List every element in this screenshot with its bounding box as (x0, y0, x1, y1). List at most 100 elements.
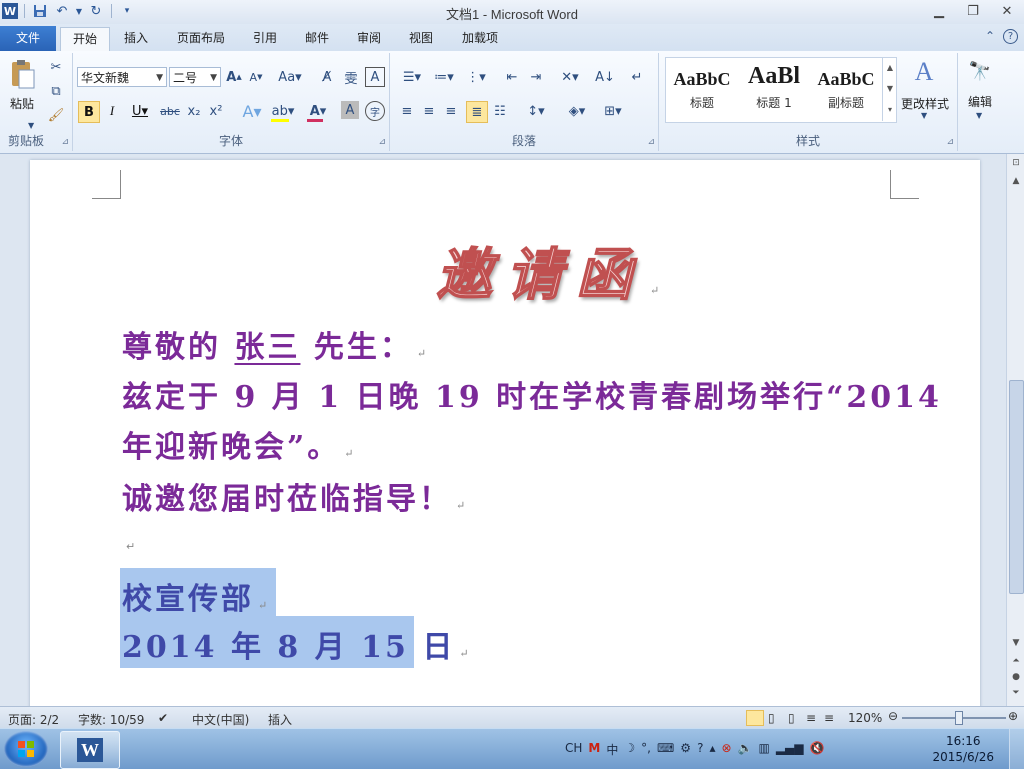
insert-mode[interactable]: 插入 (268, 711, 292, 728)
distributed-icon[interactable]: ☷ (490, 101, 510, 121)
proofing-icon[interactable]: ✔ (158, 711, 168, 725)
font-size-select[interactable]: 二号 ▼ (169, 67, 221, 87)
body-line[interactable]: 年迎新晚会”。 ↵ (122, 422, 353, 466)
minimize-ribbon-icon[interactable]: ⌃ (985, 29, 995, 44)
chinese-layout-icon[interactable]: ✕▾ (556, 67, 584, 87)
font-name-select[interactable]: 华文新魏 ▼ (77, 67, 167, 87)
enclose-characters-icon[interactable]: 字 (365, 101, 385, 121)
page-indicator[interactable]: 页面: 2/2 (8, 711, 59, 728)
save-icon[interactable] (31, 2, 49, 20)
zoom-level[interactable]: 120% (848, 711, 882, 725)
signature-line[interactable]: 校宣传部 ↵ (122, 574, 267, 618)
scroll-down-icon[interactable]: ▼ (1009, 636, 1023, 650)
show-desktop-button[interactable] (1009, 729, 1024, 769)
zoom-out-icon[interactable]: ⊖ (888, 709, 898, 723)
borders-icon[interactable]: ⊞▾ (598, 101, 628, 121)
full-screen-reading-icon[interactable]: ▯ (768, 711, 775, 725)
underline-button[interactable]: U▾ (127, 101, 153, 121)
dialog-launcher-icon[interactable]: ⊿ (61, 137, 69, 147)
date-line[interactable]: 2014 年 8 月 15 日 ↵ (122, 622, 469, 666)
network-icon[interactable]: ▥ (758, 741, 769, 758)
style-title[interactable]: AaBbC 标题 (671, 59, 733, 115)
paste-icon[interactable] (8, 57, 38, 91)
vertical-scrollbar[interactable]: ⊡ ▲ ▼ ⏶ ● ⏷ (1006, 154, 1024, 706)
superscript-button[interactable]: x² (207, 101, 225, 121)
change-styles-label[interactable]: 更改样式 (901, 95, 949, 112)
show-marks-icon[interactable]: ↵ (628, 67, 646, 87)
ruler-toggle-icon[interactable]: ⊡ (1009, 156, 1023, 170)
customize-qat-icon[interactable]: ▾ (118, 2, 136, 20)
change-styles-icon[interactable]: A (909, 57, 939, 87)
grow-font-icon[interactable]: A ▲ (225, 67, 243, 87)
style-subtitle[interactable]: AaBbC 副标题 (815, 59, 877, 115)
numbering-icon[interactable]: ≔▾ (430, 67, 458, 87)
salutation-line[interactable]: 尊敬的 张三 先生： ↵ (122, 322, 426, 366)
dialog-launcher-icon[interactable]: ⊿ (946, 137, 954, 147)
ime-mode-icon[interactable]: M (588, 741, 600, 758)
binoculars-icon[interactable]: 🔭 (968, 59, 992, 83)
word-count[interactable]: 字数: 10/59 (78, 711, 144, 728)
copy-icon[interactable]: ⧉ (48, 83, 64, 99)
tab-view[interactable]: 视图 (400, 27, 442, 49)
multilevel-list-icon[interactable]: ⋮▾ (462, 67, 490, 87)
tab-home[interactable]: 开始 (60, 27, 110, 52)
chevron-down-icon[interactable]: ▼ (28, 121, 34, 130)
volume-icon[interactable]: 🔈 (738, 741, 753, 758)
dialog-launcher-icon[interactable]: ⊿ (378, 137, 386, 147)
next-page-icon[interactable]: ⏷ (1009, 686, 1023, 700)
speaker-muted-icon[interactable]: 🔇 (810, 741, 825, 758)
font-color-icon[interactable]: A▾ (305, 101, 331, 121)
invitation-heading[interactable]: 邀请函 ↵ (435, 230, 659, 311)
ime-indicator[interactable]: CH (565, 741, 582, 758)
web-layout-icon[interactable]: ▯ (788, 711, 795, 725)
shrink-font-icon[interactable]: A ▼ (247, 67, 265, 87)
help-icon[interactable]: ? (697, 741, 703, 758)
scroll-thumb[interactable] (1009, 380, 1024, 594)
chinese-input-icon[interactable]: 中 (606, 741, 618, 758)
format-painter-icon[interactable]: 🖌 (48, 107, 65, 123)
close-button[interactable]: ✕ (990, 0, 1024, 22)
subscript-button[interactable]: x₂ (185, 101, 203, 121)
tab-mailings[interactable]: 邮件 (296, 27, 338, 49)
tray-expand-icon[interactable]: ▴ (709, 741, 715, 758)
chevron-down-icon[interactable]: ▼ (976, 111, 982, 120)
character-border-icon[interactable]: A (365, 67, 385, 87)
keyboard-icon[interactable]: ⌨ (657, 741, 674, 758)
tab-add-ins[interactable]: 加载项 (452, 27, 508, 49)
tab-file[interactable]: 文件 (0, 26, 56, 51)
punctuation-icon[interactable]: °, (641, 741, 651, 758)
signal-icon[interactable]: ▂▄▆ (776, 741, 804, 758)
previous-page-icon[interactable]: ⏶ (1009, 654, 1023, 668)
clear-formatting-icon[interactable]: A̸ (317, 67, 337, 87)
text-effects-icon[interactable]: A▾ (239, 101, 265, 121)
tab-references[interactable]: 引用 (244, 27, 286, 49)
line-spacing-icon[interactable]: ↕▾ (522, 101, 550, 121)
justify-icon[interactable]: ≣ (466, 101, 488, 123)
dialog-launcher-icon[interactable]: ⊿ (647, 137, 655, 147)
body-line[interactable]: 兹定于 9 月 1 日晚 19 时在学校青春剧场举行“2014 (122, 372, 942, 416)
style-heading-1[interactable]: AaBl 标题 1 (743, 59, 805, 115)
clock[interactable]: 16:16 2015/6/26 (932, 733, 994, 765)
browse-object-icon[interactable]: ● (1009, 670, 1023, 684)
start-button[interactable] (4, 731, 48, 767)
redo-icon[interactable]: ↻ (87, 2, 105, 20)
cut-icon[interactable]: ✂ (48, 59, 64, 75)
gallery-scroll[interactable]: ▲ ▼ ▾ (882, 57, 897, 121)
italic-button[interactable]: I (103, 101, 121, 121)
strikethrough-button[interactable]: abc (159, 101, 181, 121)
chevron-down-icon[interactable]: ▼ (921, 111, 927, 120)
paste-label[interactable]: 粘贴 (10, 95, 34, 112)
shading-icon[interactable]: ◈▾ (562, 101, 592, 121)
align-center-icon[interactable]: ≡ (420, 101, 438, 121)
word-icon[interactable]: W (2, 3, 18, 19)
character-shading-icon[interactable]: A (341, 101, 359, 119)
bold-button[interactable]: B (78, 101, 100, 123)
sort-icon[interactable]: A↓ (594, 67, 616, 87)
tab-review[interactable]: 审阅 (348, 27, 390, 49)
bullets-icon[interactable]: ☰▾ (398, 67, 426, 87)
body-line[interactable]: 诚邀您届时莅临指导！ ↵ (122, 474, 465, 518)
increase-indent-icon[interactable]: ⇥ (526, 67, 546, 87)
help-icon[interactable]: ? (1003, 29, 1018, 44)
zoom-in-icon[interactable]: ⊕ (1008, 709, 1018, 723)
tools-icon[interactable]: ⚙ (680, 741, 691, 758)
